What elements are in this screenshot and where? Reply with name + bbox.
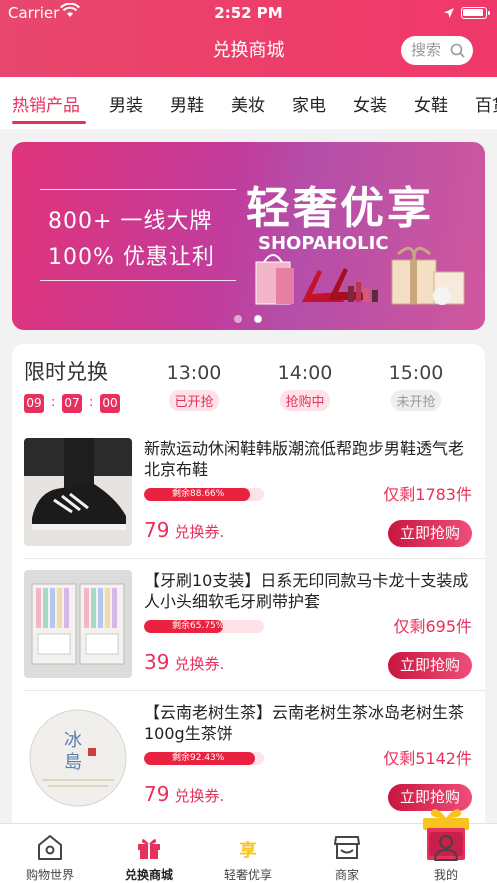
carousel-dot-active[interactable] <box>254 315 262 323</box>
tab-general-goods[interactable]: 百货 <box>475 91 497 116</box>
tab-label: 购物世界 <box>25 868 74 882</box>
banner-headline: 轻奢优享 <box>246 183 434 234</box>
price-value: 79 <box>144 782 170 806</box>
product-item[interactable]: 【牙刷10支装】日系无印同款马卡龙十支装成人小头细软毛牙刷带护套 剩余65.75… <box>12 570 485 698</box>
banner-line-2: 100% 优惠让利 <box>48 245 215 270</box>
store-icon <box>334 836 360 859</box>
status-bar: Carrier 2:52 PM <box>0 0 497 26</box>
tab-hot-products[interactable]: 热销产品 <box>12 91 80 116</box>
tab-mens-shoes[interactable]: 男鞋 <box>170 91 204 116</box>
search-label: 搜索 <box>411 41 442 59</box>
buy-now-button[interactable]: 立即抢购 <box>388 520 472 547</box>
tab-appliances[interactable]: 家电 <box>292 91 326 116</box>
stock-progress-text: 剩余65.75% <box>172 621 225 631</box>
svg-text:島: 島 <box>64 752 82 773</box>
tab-label: 兑换商城 <box>124 868 173 882</box>
time-slot[interactable]: 15:00 未开抢 <box>376 362 456 411</box>
svg-text:冰: 冰 <box>64 730 82 751</box>
price-unit: 兑换券. <box>174 655 225 673</box>
slot-time: 14:00 <box>277 362 333 384</box>
clock: 2:52 PM <box>214 4 283 22</box>
price-value: 79 <box>144 518 170 542</box>
countdown-separator: : <box>89 395 94 410</box>
slot-status: 已开抢 <box>169 390 219 411</box>
tab-womens-shoes[interactable]: 女鞋 <box>414 91 448 116</box>
tab-beauty[interactable]: 美妆 <box>231 91 265 116</box>
gift-icon <box>138 839 160 859</box>
search-button[interactable]: 搜索 <box>401 36 473 65</box>
tab-label: 商家 <box>334 868 359 882</box>
stock-progress-bar: 剩余92.43% <box>144 752 264 765</box>
product-name[interactable]: 【云南老树生茶】云南老树生茶冰岛老树生茶100g生茶饼 <box>144 702 469 744</box>
flash-sale-card: 限时兑换 09 : 07 : 00 13:00 已开抢 14:00 抢购中 15… <box>12 344 485 834</box>
product-price: 79 兑换券. <box>144 782 224 806</box>
search-icon <box>450 43 465 58</box>
product-image-tea-cake[interactable]: 冰 島 <box>24 702 132 810</box>
carousel-dot[interactable] <box>234 315 242 323</box>
slot-time: 15:00 <box>388 362 444 384</box>
remaining-quantity: 仅剩1783件 <box>383 485 472 504</box>
product-price: 79 兑换券. <box>144 518 224 542</box>
carousel-dots <box>234 308 274 327</box>
home-icon <box>38 835 62 860</box>
time-slot[interactable]: 13:00 已开抢 <box>154 362 234 411</box>
slot-status: 未开抢 <box>391 390 441 411</box>
countdown-hours: 09 <box>24 394 44 413</box>
center-badge-text: 享 <box>239 841 257 861</box>
category-tabs: 热销产品 男装 男鞋 美妆 家电 女装 女鞋 百货 <box>0 77 497 129</box>
slot-time: 13:00 <box>166 362 222 384</box>
product-image-shoe[interactable] <box>24 438 132 546</box>
countdown-minutes: 07 <box>62 394 82 413</box>
slot-status: 抢购中 <box>280 390 330 411</box>
product-image-toothbrush[interactable] <box>24 570 132 678</box>
buy-now-button[interactable]: 立即抢购 <box>388 652 472 679</box>
stock-progress-bar: 剩余88.66% <box>144 488 264 501</box>
product-price: 39 兑换券. <box>144 650 224 674</box>
banner-divider <box>40 189 236 190</box>
item-divider <box>24 558 485 559</box>
time-slot[interactable]: 14:00 抢购中 <box>265 362 345 411</box>
product-item[interactable]: 新款运动休闲鞋韩版潮流低帮跑步男鞋透气老北京布鞋 剩余88.66% 仅剩1783… <box>12 438 485 566</box>
tab-label: 我的 <box>433 868 458 882</box>
stock-progress-text: 剩余92.43% <box>172 753 225 763</box>
tab-womens-clothing[interactable]: 女装 <box>353 91 387 116</box>
flash-sale-title: 限时兑换 <box>24 360 108 384</box>
tab-label: 轻奢优享 <box>223 868 272 882</box>
stock-progress-bar: 剩余65.75% <box>144 620 264 633</box>
product-item[interactable]: 冰 島 【云南老树生茶】云南老树生茶冰岛老树生茶100g生茶饼 剩余92.43%… <box>12 702 485 830</box>
tab-mens-clothing[interactable]: 男装 <box>109 91 143 116</box>
price-value: 39 <box>144 650 170 674</box>
price-unit: 兑换券. <box>174 523 225 541</box>
promo-banner[interactable]: 800+ 一线大牌 100% 优惠让利 轻奢优享 SHOPAHOLIC <box>12 142 485 330</box>
product-name[interactable]: 新款运动休闲鞋韩版潮流低帮跑步男鞋透气老北京布鞋 <box>144 438 469 480</box>
price-unit: 兑换券. <box>174 787 225 805</box>
countdown-separator: : <box>51 395 56 410</box>
banner-divider <box>40 280 236 281</box>
bottom-tab-bar: 购物世界 兑换商城 享 轻奢优享 商家 我的 <box>0 809 497 883</box>
remaining-quantity: 仅剩695件 <box>393 617 472 636</box>
countdown-seconds: 00 <box>100 394 120 413</box>
battery-icon <box>461 7 490 19</box>
active-tab-indicator <box>12 121 86 124</box>
remaining-quantity: 仅剩5142件 <box>383 749 472 768</box>
app-header: Carrier 2:52 PM 兑换商城 搜索 <box>0 0 497 77</box>
location-arrow-icon <box>443 5 455 23</box>
banner-line-1: 800+ 一线大牌 <box>48 209 213 234</box>
item-divider <box>24 690 485 691</box>
product-name[interactable]: 【牙刷10支装】日系无印同款马卡龙十支装成人小头细软毛牙刷带护套 <box>144 570 469 612</box>
stock-progress-text: 剩余88.66% <box>172 489 225 499</box>
luxury-goods-illustration <box>255 246 465 305</box>
user-icon <box>434 835 458 861</box>
